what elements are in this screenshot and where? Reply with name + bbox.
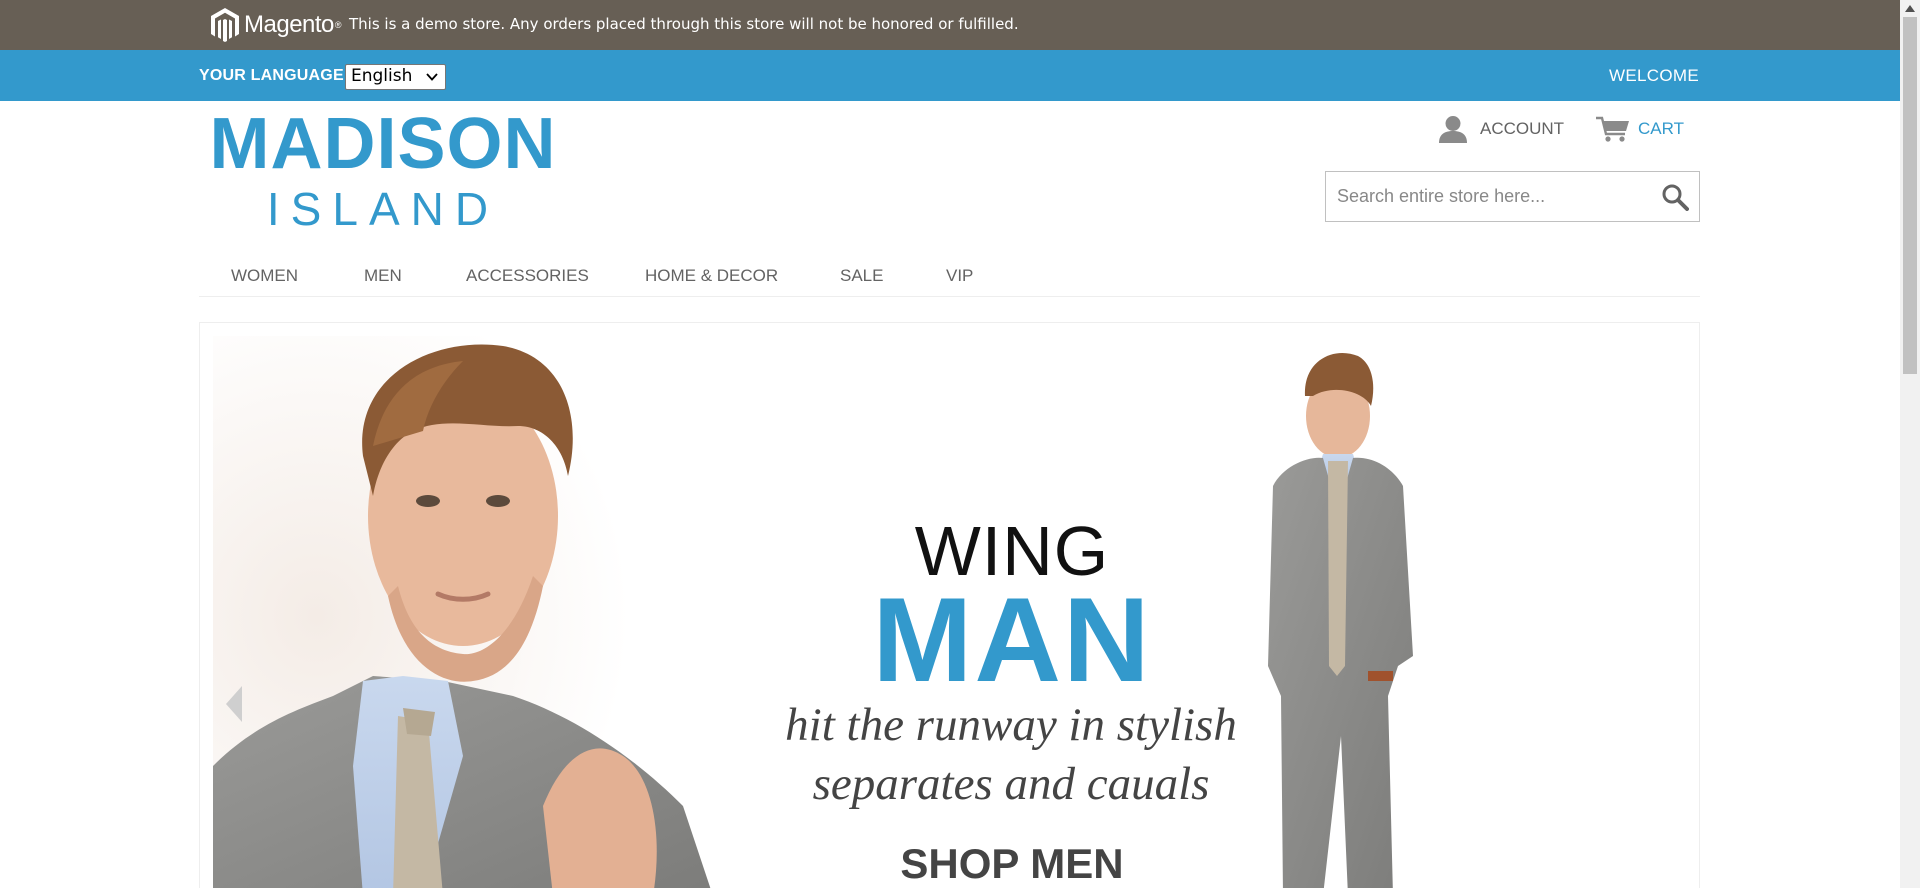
page-scrollbar[interactable] xyxy=(1900,0,1920,888)
search-input[interactable] xyxy=(1326,172,1646,221)
user-icon xyxy=(1439,116,1467,143)
logo-line-1: MADISON xyxy=(209,104,557,184)
logo-line-2: ISLAND xyxy=(266,183,500,235)
search-icon[interactable] xyxy=(1661,183,1689,211)
store-logo[interactable]: MADISON ISLAND xyxy=(208,108,558,232)
trademark-mark: ® xyxy=(334,20,342,30)
magento-logo: Magento ® xyxy=(210,5,342,45)
hero-heading-man: MAN xyxy=(872,573,1152,707)
nav-item-vip[interactable]: VIP xyxy=(946,266,973,286)
nav-item-accessories[interactable]: Accessories xyxy=(466,266,589,286)
welcome-text: Welcome xyxy=(1609,66,1699,85)
scrollbar-thumb[interactable] xyxy=(1903,17,1917,374)
hero-subtitle-line-1: hit the runway in stylish xyxy=(785,699,1237,751)
account-label: Account xyxy=(1480,119,1565,138)
magento-brand-text: Magento xyxy=(244,11,334,38)
hero-text-block: WING MAN hit the runway in stylish separ… xyxy=(213,336,1686,888)
nav-item-home-decor[interactable]: Home & Decor xyxy=(645,266,778,286)
chevron-down-icon xyxy=(426,73,438,81)
language-select[interactable]: English xyxy=(345,64,446,90)
scroll-up-arrow-icon[interactable] xyxy=(1905,4,1915,12)
shop-men-cta[interactable]: SHOP MEN xyxy=(213,843,1811,885)
cart-icon xyxy=(1596,116,1629,142)
account-link[interactable]: Account xyxy=(1438,114,1564,144)
cart-link[interactable]: Cart xyxy=(1595,114,1684,144)
demo-notice-bar: Magento ® This is a demo store. Any order… xyxy=(0,0,1900,50)
nav-item-men[interactable]: Men xyxy=(364,266,402,286)
hero-subtitle: hit the runway in stylish separates and … xyxy=(213,696,1809,814)
language-select-value: English xyxy=(351,66,413,86)
cart-label: Cart xyxy=(1638,119,1684,138)
magento-hex-icon xyxy=(211,8,239,42)
language-label: Your Language: xyxy=(199,67,350,84)
hero-subtitle-line-2: separates and cauals xyxy=(812,758,1210,810)
chevron-left-icon[interactable] xyxy=(224,684,244,724)
demo-notice-message: This is a demo store. Any orders placed … xyxy=(349,15,1019,33)
main-navigation: Women Men Accessories Home & Decor Sale … xyxy=(199,257,1700,297)
nav-item-women[interactable]: Women xyxy=(231,266,298,286)
nav-item-sale[interactable]: Sale xyxy=(840,266,883,286)
search-form xyxy=(1325,171,1700,222)
